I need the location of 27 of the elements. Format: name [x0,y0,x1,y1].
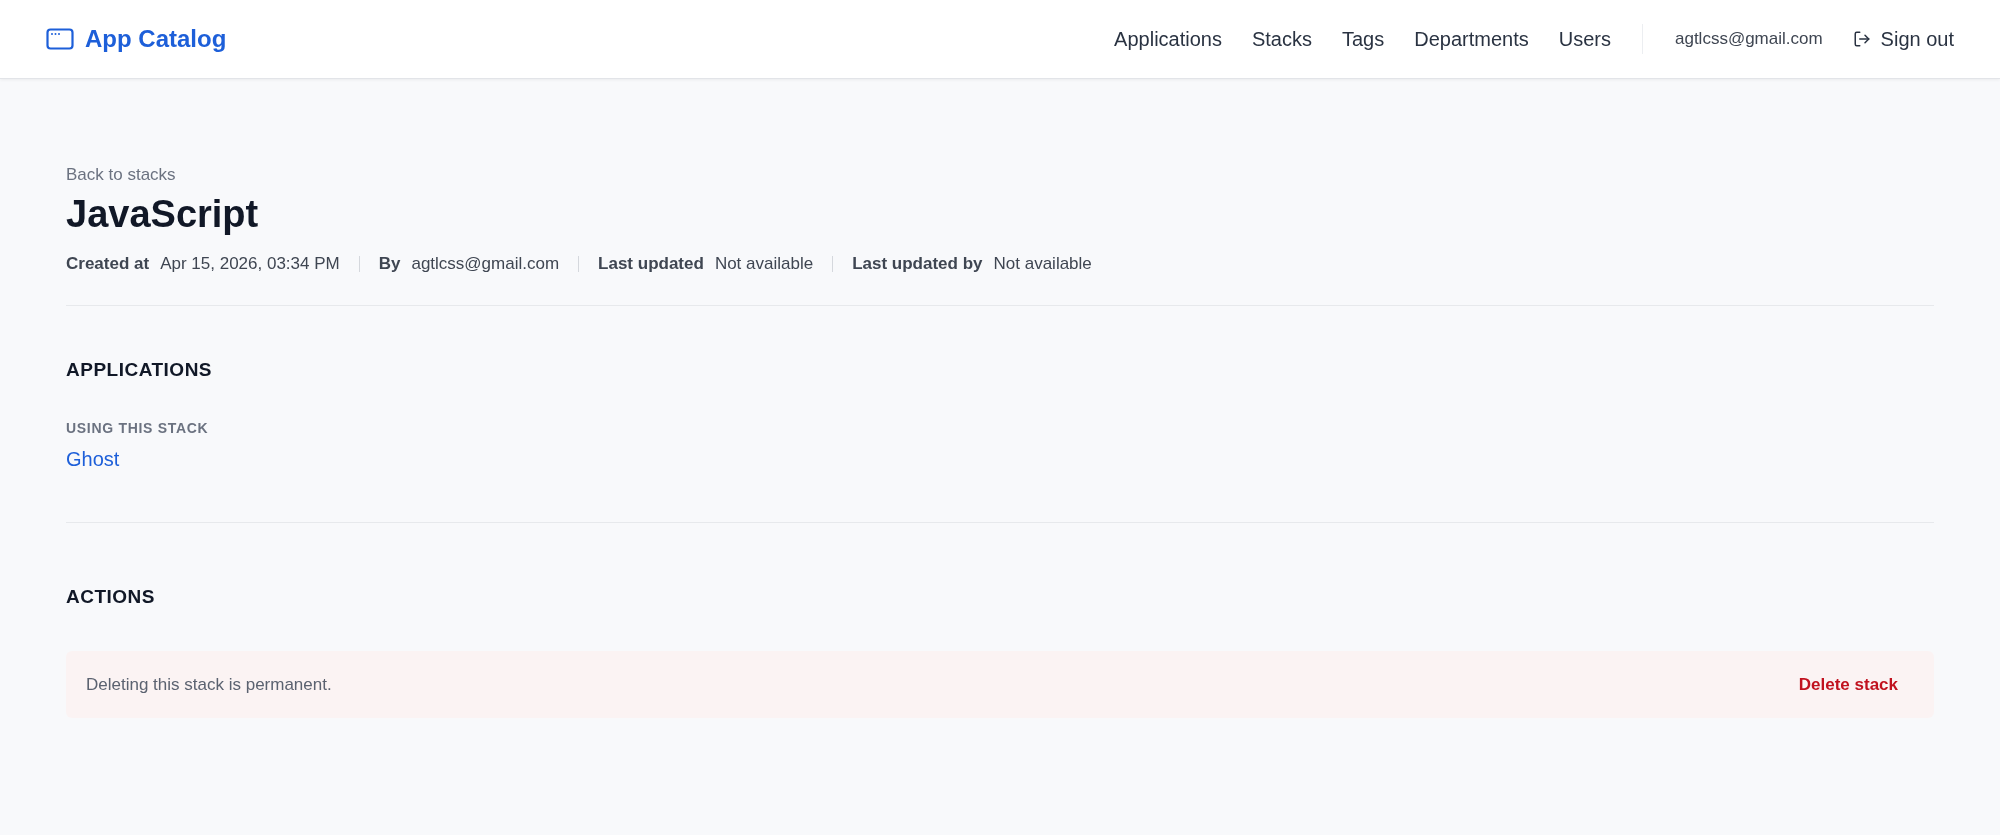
nav-link[interactable]: Tags [1342,27,1385,51]
meta-label: By [378,254,401,274]
warning-text: Deleting this stack is permanent. [86,674,332,695]
logo-text: App Catalog [85,25,227,53]
nav-link[interactable]: Stacks [1251,27,1312,51]
subheading: USING THIS STACK [66,420,210,436]
app-logo[interactable]: App Catalog [46,25,227,53]
nav-link[interactable]: Applications [1114,27,1222,51]
nav-link[interactable]: Departments [1414,27,1529,51]
meta-label: Last updated [598,254,704,274]
section-heading: ACTIONS [66,586,156,608]
back-link[interactable]: Back to stacks [66,165,176,185]
nav-link[interactable]: Users [1558,27,1611,51]
sign-out-button[interactable]: Sign out [1852,27,1954,51]
meta-label: Created at [66,254,150,274]
window-icon [46,28,74,50]
user-email: agtlcss@gmail.com [1674,29,1823,49]
meta-value: agtlcss@gmail.com [411,254,560,274]
meta-value: Apr 15, 2026, 03:34 PM [160,254,340,274]
page-title: JavaScript [66,193,260,236]
meta-value: Not available [993,254,1092,274]
sign-out-icon [1852,30,1871,48]
meta-label: Last updated by [852,254,983,274]
delete-button[interactable]: Delete stack [1798,674,1898,695]
application-link[interactable]: Ghost [66,448,120,471]
meta-value: Not available [714,254,814,274]
section-heading: APPLICATIONS [66,359,214,381]
